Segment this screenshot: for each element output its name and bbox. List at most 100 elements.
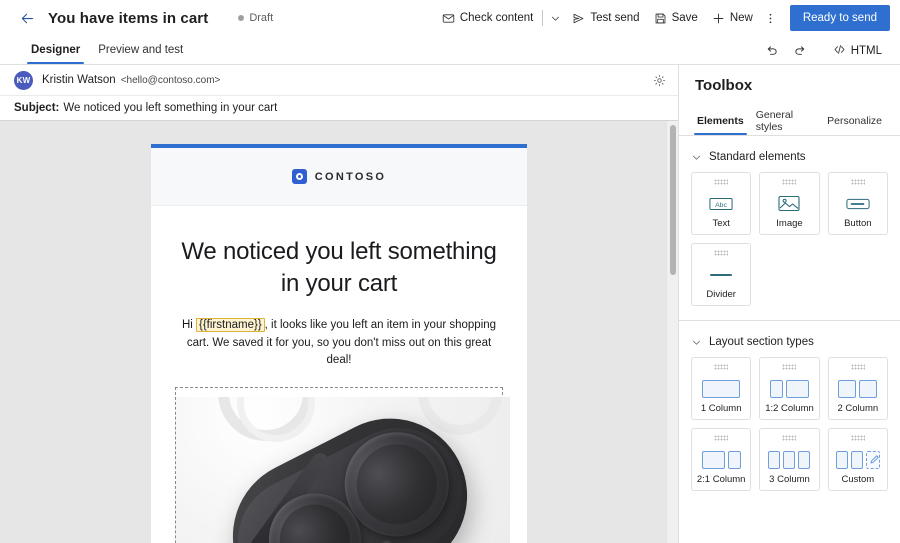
section-standard-elements-header[interactable]: Standard elements [691, 142, 888, 172]
layout-card-1-2-column[interactable]: 1:2 Column [759, 357, 820, 420]
status-badge: Draft [238, 12, 273, 24]
divider-line-shape [710, 273, 733, 276]
logo-ring-shape [295, 173, 303, 180]
test-send-button[interactable]: Test send [565, 5, 646, 31]
drag-grip-icon [850, 179, 865, 185]
layout-card-1-2-column-label: 1:2 Column [765, 402, 814, 414]
page-title: You have items in cart [48, 9, 209, 27]
save-label: Save [671, 12, 698, 24]
check-content-button[interactable]: Check content [435, 5, 541, 31]
email-body: We noticed you left something in your ca… [151, 206, 527, 543]
status-label: Draft [249, 12, 274, 24]
status-dot-icon [238, 15, 245, 21]
drag-grip-icon [782, 179, 797, 185]
standard-elements-grid: Abc Text Image Button Divider [691, 172, 888, 310]
save-disk-icon [654, 12, 667, 25]
undo-arrow-icon[interactable] [759, 38, 785, 64]
tab-elements-label: Elements [697, 114, 744, 127]
section-layout-types-header[interactable]: Layout section types [691, 327, 888, 357]
section-layout-types-title: Layout section types [709, 336, 814, 348]
layout-card-3-column-label: 3 Column [769, 473, 810, 485]
element-card-text[interactable]: Abc Text [691, 172, 752, 235]
body-line-2: We saved it for you, so you don't miss o… [212, 336, 492, 367]
tab-personalize[interactable]: Personalize [821, 106, 888, 135]
check-content-caret[interactable] [545, 5, 565, 31]
layout-3col-icon [760, 445, 818, 475]
email-heading[interactable]: We noticed you left something in your ca… [175, 236, 503, 300]
element-card-image[interactable]: Image [759, 172, 820, 235]
image-block-selected[interactable] [175, 387, 510, 543]
layout-card-custom-label: Custom [841, 473, 875, 485]
greeting-prefix: Hi [181, 318, 196, 331]
layout-card-2-1-column[interactable]: 2:1 Column [691, 428, 752, 491]
brand-lockup: CONTOSO [291, 169, 387, 184]
layout-card-1-column-label: 1 Column [700, 402, 742, 414]
layout-card-1-column[interactable]: 1 Column [691, 357, 752, 420]
drag-grip-icon [782, 435, 797, 441]
workspace: KW Kristin Watson <hello@contoso.com> Su… [0, 65, 900, 543]
sender-email: <hello@contoso.com> [120, 74, 221, 86]
layout-types-grid: 1 Column 1:2 Column 2 Column 2:1 Column … [691, 357, 888, 495]
tab-personalize-label: Personalize [827, 114, 882, 127]
layout-card-custom[interactable]: Custom [827, 428, 888, 491]
divider-icon [692, 260, 750, 290]
view-tabstrip: Designer Preview and test HTML [0, 36, 900, 65]
email-designer-app: You have items in cart Draft Check conte… [0, 0, 900, 543]
element-card-button[interactable]: Button [827, 172, 888, 235]
html-view-button[interactable]: HTML [825, 38, 890, 64]
tab-designer-label: Designer [31, 44, 81, 56]
canvas-scrollbar[interactable] [666, 121, 678, 543]
tab-designer[interactable]: Designer [22, 36, 89, 64]
save-button[interactable]: Save [647, 5, 705, 31]
layout-card-2-column[interactable]: 2 Column [827, 357, 888, 420]
element-card-divider[interactable]: Divider [691, 243, 752, 306]
layout-2col-icon [829, 374, 887, 404]
email-hero-image[interactable] [176, 397, 510, 543]
canvas-scroll-thumb[interactable] [670, 125, 676, 275]
element-card-text-label: Text [712, 217, 730, 229]
layout-card-2-column-label: 2 Column [837, 402, 879, 414]
chevron-down-icon [691, 337, 702, 348]
drag-grip-icon [714, 250, 729, 256]
new-button[interactable]: New [705, 5, 760, 31]
email-paragraph[interactable]: Hi {{firstname}}, it looks like you left… [175, 317, 503, 370]
ready-to-send-button[interactable]: Ready to send [789, 5, 890, 31]
sender-row: KW Kristin Watson <hello@contoso.com> [0, 65, 678, 95]
personalization-token[interactable]: {{firstname}} [196, 317, 265, 332]
new-label: New [729, 12, 753, 24]
check-content-label: Check content [459, 12, 534, 24]
editor-tools: HTML [759, 36, 890, 64]
layout-card-2-1-column-label: 2:1 Column [696, 473, 746, 485]
svg-text:Abc: Abc [715, 202, 727, 209]
subject-row[interactable]: Subject: We noticed you left something i… [0, 95, 678, 121]
subject-value: We noticed you left something in your ca… [63, 102, 278, 114]
app-header: You have items in cart Draft Check conte… [0, 0, 900, 36]
drag-grip-icon [850, 435, 865, 441]
send-icon [572, 12, 585, 25]
tab-preview-and-test[interactable]: Preview and test [89, 36, 192, 64]
drag-grip-icon [850, 364, 865, 370]
header-actions: Check content Test send Save New Ready t… [435, 5, 890, 31]
subject-label: Subject: [14, 102, 60, 114]
more-vertical-icon[interactable] [760, 5, 782, 31]
layout-1-2col-icon [760, 374, 818, 404]
redo-arrow-icon[interactable] [787, 38, 813, 64]
drag-grip-icon [714, 179, 729, 185]
drag-grip-icon [782, 364, 797, 370]
toolbox-title: Toolbox [695, 77, 753, 94]
test-send-label: Test send [590, 12, 640, 24]
back-button[interactable] [16, 7, 38, 29]
brand-name: CONTOSO [314, 170, 387, 183]
email-canvas[interactable]: CONTOSO We noticed you left something in… [0, 121, 678, 543]
code-brackets-icon [833, 43, 846, 59]
tab-general-styles-label: General styles [755, 108, 794, 133]
tab-elements[interactable]: Elements [691, 106, 750, 135]
button-icon [829, 189, 887, 219]
gear-icon[interactable] [648, 69, 670, 91]
tab-general-styles[interactable]: General styles [750, 106, 821, 135]
email-card: CONTOSO We noticed you left something in… [151, 144, 527, 543]
chevron-down-icon [691, 152, 702, 163]
layout-card-3-column[interactable]: 3 Column [759, 428, 820, 491]
email-brand-header[interactable]: CONTOSO [151, 148, 527, 206]
text-abc-icon: Abc [692, 189, 750, 219]
